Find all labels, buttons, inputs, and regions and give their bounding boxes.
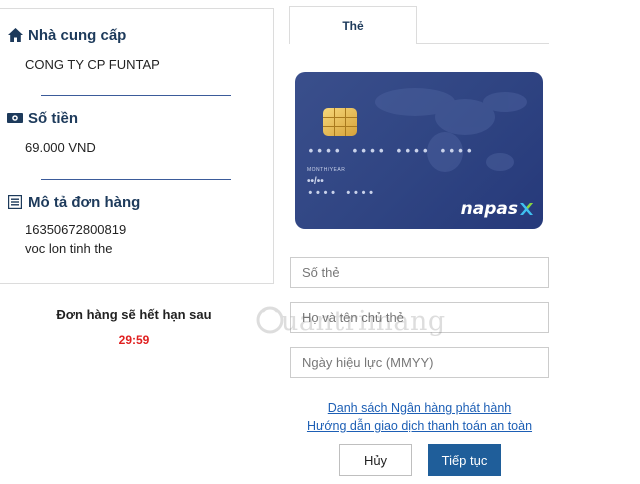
divider: [41, 179, 231, 180]
order-info-panel: Nhà cung cấp CONG TY CP FUNTAP Số tiền 6…: [0, 8, 274, 284]
receipt-icon: [7, 194, 23, 210]
napas-logo-text: napas: [460, 199, 518, 219]
card-expiry-mask: ••/••: [307, 176, 324, 187]
card-month-year-label: MONTH/YEAR: [307, 167, 346, 173]
card-holder-name-input[interactable]: [290, 302, 549, 333]
amount-value: 69.000 VND: [25, 140, 96, 155]
napas-x-icon: [520, 203, 533, 215]
expiry-label: Đơn hàng sẽ hết hạn sau: [56, 307, 212, 322]
description-text: voc lon tinh the: [25, 241, 113, 256]
tab-underline: [417, 43, 549, 44]
napas-logo: napas: [461, 199, 533, 219]
valid-date-input[interactable]: [290, 347, 549, 378]
countdown-timer: 29:59: [118, 333, 150, 347]
description-section: Mô tả đơn hàng 16350672800819 voc lon ti…: [7, 192, 273, 258]
safe-payment-guide-link[interactable]: Hướng dẫn giao dịch thanh toán an toàn: [290, 419, 549, 433]
card-name-mask: •••• ••••: [307, 188, 376, 200]
continue-button[interactable]: Tiếp tục: [428, 444, 501, 476]
provider-section: Nhà cung cấp CONG TY CP FUNTAP: [7, 25, 273, 74]
home-icon: [7, 27, 23, 43]
amount-section: Số tiền 69.000 VND: [7, 108, 273, 157]
divider: [41, 95, 231, 96]
card-preview: •••• •••• •••• •••• MONTH/YEAR ••/•• •••…: [295, 72, 543, 229]
tab-card[interactable]: Thẻ: [289, 6, 417, 44]
description-order-id: 16350672800819: [25, 222, 127, 237]
tab-card-label: Thẻ: [342, 18, 364, 33]
money-icon: [7, 110, 23, 126]
card-number-input[interactable]: [290, 257, 549, 288]
description-title: Mô tả đơn hàng: [28, 193, 141, 211]
bank-list-link[interactable]: Danh sách Ngân hàng phát hành: [290, 401, 549, 415]
provider-value: CONG TY CP FUNTAP: [25, 57, 160, 72]
cancel-button[interactable]: Hủy: [339, 444, 412, 476]
chip-icon: [323, 108, 357, 136]
provider-title: Nhà cung cấp: [28, 26, 127, 44]
amount-title: Số tiền: [28, 109, 79, 127]
card-number-mask: •••• •••• •••• ••••: [307, 144, 475, 159]
